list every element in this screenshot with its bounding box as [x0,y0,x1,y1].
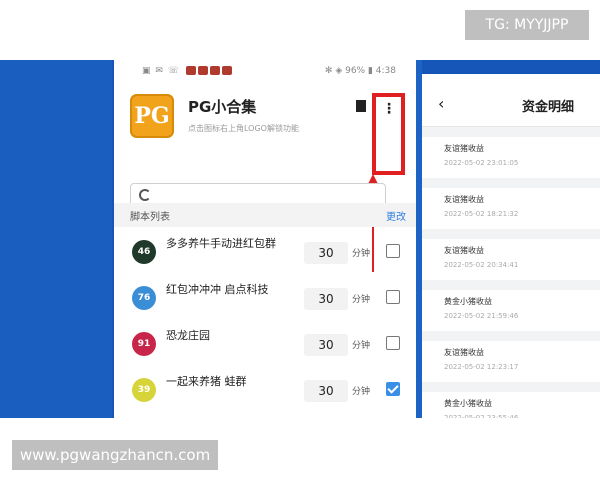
script-checkbox[interactable] [386,290,400,304]
script-avatar: 76 [132,286,156,310]
card-icon[interactable] [356,100,366,112]
tg-watermark: TG: MYYJJPP [465,10,589,40]
script-name: 红包冲冲冲 启点科技 [166,283,269,296]
fund-header: ‹ 资金明细 [422,74,600,127]
record-date: 2022-05-02 23:55:46 [444,414,519,418]
record-date: 2022-05-02 20:34:41 [444,261,519,269]
status-right: ✻ ◈ 96% ▮ 4:38 [324,66,396,76]
fund-record: 友谊猪收益 2022-05-02 18:21:32 [422,188,600,229]
script-avatar: 46 [132,240,156,264]
fund-record: 黄金小猪收益 2022-05-02 23:55:46 [422,392,600,418]
script-list-header: 脚本列表 更改 [114,203,416,227]
record-name: 友谊猪收益 [444,195,484,204]
search-icon [139,189,151,201]
script-row[interactable]: 91 恐龙庄园 30 分钟 [114,324,416,370]
script-checkbox[interactable] [386,336,400,350]
status-left: ▣ ✉ ☏ [142,66,232,76]
script-name: 一起来养猪 蛙群 [166,375,247,388]
interval-input[interactable]: 30 [304,242,348,264]
script-row[interactable]: 39 一起来养猪 蛙群 30 分钟 [114,370,416,416]
url-watermark: www.pgwangzhancn.com [12,440,218,470]
interval-input[interactable]: 30 [304,334,348,356]
script-avatar: 39 [132,378,156,402]
interval-input[interactable]: 30 [304,288,348,310]
status-bar: ▣ ✉ ☏ ✻ ◈ 96% ▮ 4:38 [114,60,416,82]
script-row[interactable]: 76 红包冲冲冲 启点科技 30 分钟 [114,278,416,324]
script-name: 多多养牛手动进红包群 [166,237,276,250]
script-checkbox[interactable] [386,244,400,258]
record-name: 友谊猪收益 [444,348,484,357]
script-name: 恐龙庄园 [166,329,210,342]
screenshot-stage: ▣ ✉ ☏ ✻ ◈ 96% ▮ 4:38 PG PG小合集 点击图标右上角LOG… [0,60,600,418]
app-title: PG小合集 [188,98,257,116]
record-name: 黄金小猪收益 [444,399,492,408]
script-checkbox[interactable] [386,382,400,396]
record-date: 2022-05-02 18:21:32 [444,210,519,218]
fund-detail-screen: ‹ 资金明细 友谊猪收益 2022-05-02 23:01:05 友谊猪收益 2022… [422,60,600,418]
fund-record-list: 友谊猪收益 2022-05-02 23:01:05 友谊猪收益 2022-05-02 … [422,137,600,418]
interval-unit: 分钟 [352,295,371,305]
interval-input[interactable]: 30 [304,380,348,402]
interval-unit: 分钟 [352,341,371,351]
record-name: 友谊猪收益 [444,144,484,153]
record-date: 2022-05-02 23:01:05 [444,159,519,167]
script-avatar: 91 [132,332,156,356]
record-name: 友谊猪收益 [444,246,484,255]
interval-unit: 分钟 [352,249,371,259]
record-date: 2022-05-02 21:59:46 [444,312,519,320]
edit-link[interactable]: 更改 [386,208,406,223]
app-header: PG PG小合集 点击图标右上角LOGO解锁功能 ⋮ [114,82,416,272]
app-subtitle: 点击图标右上角LOGO解锁功能 [188,124,299,133]
record-date: 2022-05-02 12:23:17 [444,363,519,371]
fund-record: 友谊猪收益 2022-05-02 23:01:05 [422,137,600,178]
right-status-bar [422,60,600,74]
pg-logo[interactable]: PG [130,94,174,138]
script-row[interactable]: 46 多多养牛手动进红包群 30 分钟 [114,232,416,278]
fund-title: 资金明细 [522,100,575,115]
fund-record: 友谊猪收益 2022-05-02 12:23:17 [422,341,600,382]
background-panel [0,60,112,418]
pg-app-screen: ▣ ✉ ☏ ✻ ◈ 96% ▮ 4:38 PG PG小合集 点击图标右上角LOG… [114,60,416,418]
record-name: 黄金小猪收益 [444,297,492,306]
fund-record: 友谊猪收益 2022-05-02 20:34:41 [422,239,600,280]
back-icon[interactable]: ‹ [438,94,444,113]
fund-record: 黄金小猪收益 2022-05-02 21:59:46 [422,290,600,331]
section-title: 脚本列表 [130,212,170,223]
more-menu-icon[interactable]: ⋮ [382,102,396,116]
interval-unit: 分钟 [352,387,371,397]
